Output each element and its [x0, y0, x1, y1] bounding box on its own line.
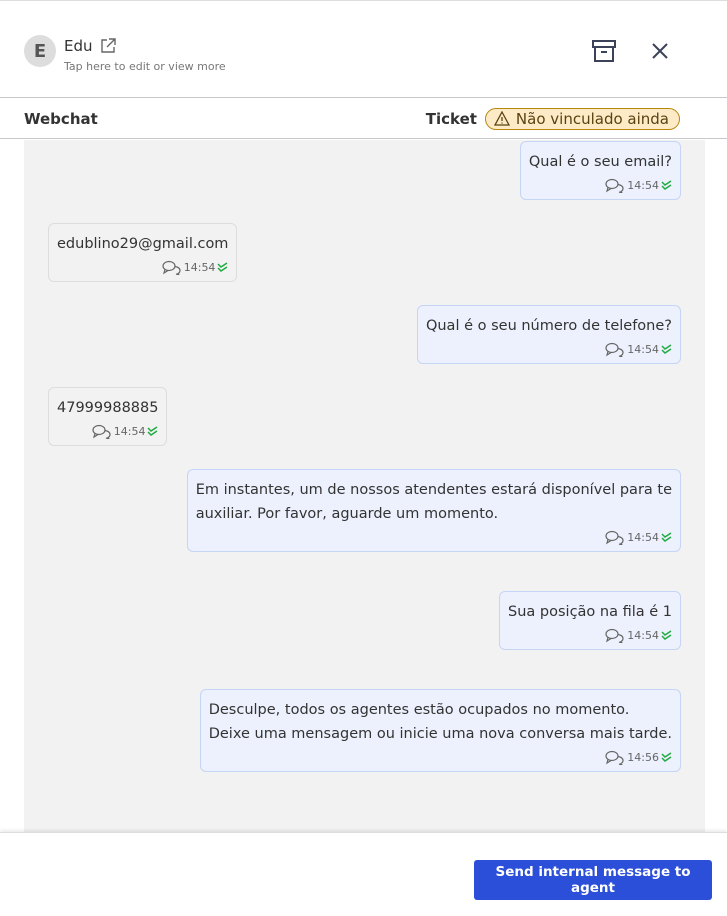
- message-list[interactable]: Qual é o seu email? 14:54 edublino29@gmail…: [24, 140, 705, 832]
- double-check-icon: [661, 532, 672, 542]
- message-time: 14:54: [627, 628, 659, 642]
- message-time: 14:54: [627, 342, 659, 356]
- edit-hint[interactable]: Tap here to edit or view more: [64, 60, 226, 73]
- ticket-status-text: Não vinculado ainda: [515, 109, 669, 128]
- message-time: 14:54: [627, 178, 659, 192]
- outgoing-message: Qual é o seu número de telefone? 14:54: [416, 305, 681, 364]
- close-icon: [652, 43, 668, 59]
- message-text-line: Desculpe, todos os agentes estão ocupado…: [208, 702, 630, 718]
- message-time: 14:54: [113, 424, 146, 438]
- chat-bubbles-icon: [605, 342, 624, 357]
- message-time: 14:54: [627, 530, 659, 544]
- footer: Send internal message to agent: [0, 832, 727, 916]
- message-text-line: Qual é o seu número de telefone?: [425, 318, 672, 334]
- archive-button[interactable]: [590, 37, 618, 65]
- chat-bubbles-icon: [162, 260, 181, 275]
- outgoing-message: Sua posição na fila é 1 14:54: [499, 591, 681, 650]
- contact-name[interactable]: Edu: [64, 37, 117, 55]
- message-text-line: Sua posição na fila é 1: [508, 604, 672, 620]
- message-time: 14:54: [183, 260, 216, 274]
- chat-header: E Edu Tap here to edit or view more: [0, 0, 727, 98]
- close-button[interactable]: [646, 37, 674, 65]
- double-check-icon: [147, 426, 158, 436]
- chat-bubbles-icon: [605, 750, 624, 765]
- contact-name-text: Edu: [64, 37, 93, 55]
- chat-bubbles-icon: [605, 628, 624, 643]
- message-meta: 14:56: [209, 750, 672, 765]
- channel-name: Webchat: [24, 109, 98, 128]
- chat-bubbles-icon: [605, 178, 624, 193]
- message-text-line: auxiliar. Por favor, aguarde um momento.: [195, 506, 499, 522]
- message-meta: 14:54: [529, 178, 672, 193]
- double-check-icon: [661, 180, 672, 190]
- double-check-icon: [661, 344, 672, 354]
- double-check-icon: [661, 752, 672, 762]
- message-meta: 14:54: [426, 342, 672, 357]
- send-internal-message-button[interactable]: Send internal message to agent: [474, 860, 712, 900]
- chat-bubbles-icon: [92, 424, 111, 439]
- message-meta: 14:54: [57, 424, 158, 439]
- double-check-icon: [217, 262, 228, 272]
- outgoing-message: Em instantes, um de nossos atendentes es…: [186, 469, 681, 552]
- outgoing-message: Qual é o seu email? 14:54: [519, 141, 681, 200]
- double-check-icon: [661, 630, 672, 640]
- message-text-line: edublino29@gmail.com: [57, 236, 229, 252]
- avatar[interactable]: E: [24, 35, 56, 67]
- ticket-status-badge[interactable]: Não vinculado ainda: [484, 107, 680, 130]
- message-text-line: Em instantes, um de nossos atendentes es…: [195, 482, 672, 498]
- message-text-line: Qual é o seu email?: [528, 154, 672, 170]
- ticket-label: Ticket: [425, 109, 477, 128]
- message-meta: 14:54: [57, 260, 228, 275]
- incoming-message: 47999988885 14:54: [48, 387, 168, 446]
- outgoing-message: Desculpe, todos os agentes estão ocupado…: [199, 689, 681, 772]
- message-text-line: 47999988885: [57, 400, 159, 416]
- channel-bar: Webchat Ticket Não vinculado ainda: [0, 99, 727, 139]
- message-text-line: Deixe uma mensagem ou inicie uma nova co…: [208, 726, 672, 742]
- incoming-message: edublino29@gmail.com 14:54: [48, 223, 238, 282]
- warning-icon: [493, 111, 510, 126]
- external-link-icon[interactable]: [99, 37, 117, 55]
- message-meta: 14:54: [508, 628, 672, 643]
- chat-bubbles-icon: [605, 530, 624, 545]
- archive-icon: [592, 40, 616, 62]
- message-time: 14:56: [627, 750, 659, 764]
- message-meta: 14:54: [196, 530, 672, 545]
